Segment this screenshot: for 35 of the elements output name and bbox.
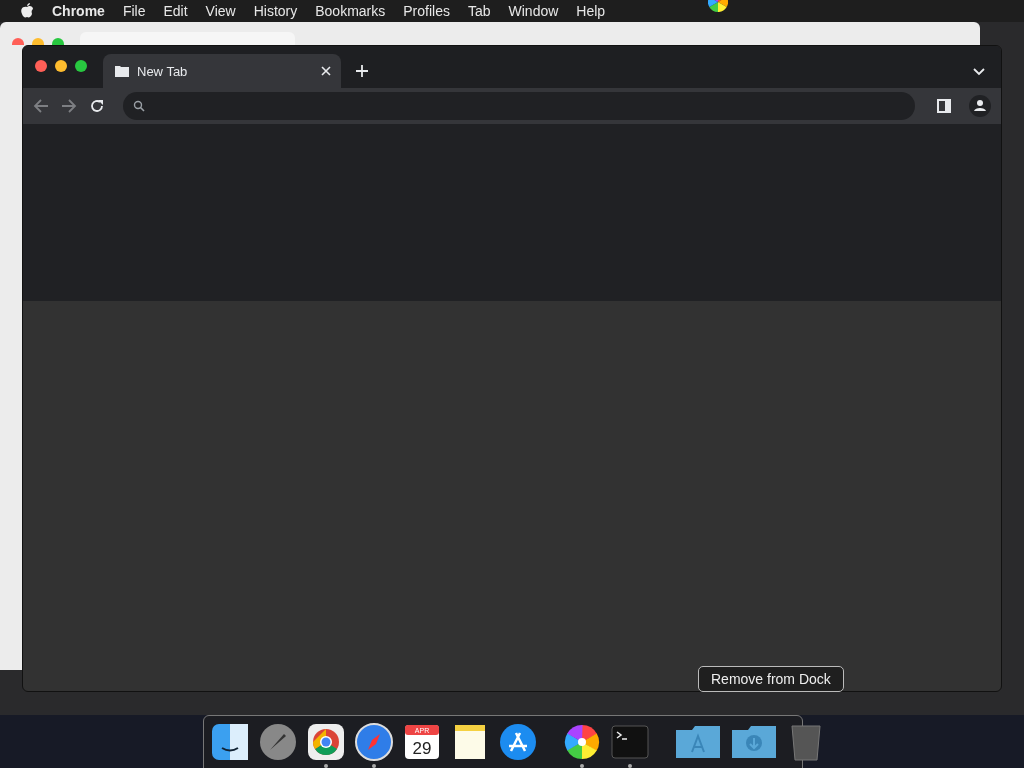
close-window-button[interactable]: [12, 38, 24, 45]
side-panel-button[interactable]: [937, 99, 951, 113]
menu-item[interactable]: Help: [576, 3, 606, 19]
menu-item[interactable]: History: [253, 3, 298, 19]
menu-item[interactable]: File: [122, 3, 146, 19]
terminal-icon[interactable]: [610, 722, 650, 762]
rocket-icon[interactable]: [258, 722, 298, 762]
close-tab-button[interactable]: [321, 66, 331, 76]
reload-button[interactable]: [89, 98, 105, 114]
menu-item[interactable]: Edit: [163, 3, 188, 19]
tab-search-button[interactable]: [973, 68, 985, 76]
appstore-icon[interactable]: [498, 722, 538, 762]
zoom-window-button[interactable]: [75, 60, 87, 72]
new-tab-button[interactable]: [355, 64, 369, 78]
folder-icon: [115, 65, 129, 77]
compass-icon[interactable]: [354, 722, 394, 762]
menu-item[interactable]: Tab: [467, 3, 491, 19]
browser-tab[interactable]: New Tab: [103, 54, 341, 88]
search-icon: [133, 100, 145, 112]
finder-icon[interactable]: [210, 722, 250, 762]
back-button[interactable]: [33, 98, 49, 114]
app-menu[interactable]: Chrome: [52, 3, 105, 19]
menu-item[interactable]: Bookmarks: [315, 3, 386, 19]
close-window-button[interactable]: [35, 60, 47, 72]
calendar-day: 29: [412, 739, 432, 758]
pinwheel-icon[interactable]: [562, 722, 602, 762]
menu-item[interactable]: Profiles: [403, 3, 450, 19]
apple-logo-icon[interactable]: [20, 3, 34, 19]
tooltip: Remove from Dock: [698, 666, 844, 692]
menu-item[interactable]: Window: [508, 3, 559, 19]
profile-button[interactable]: [969, 95, 991, 117]
minimize-window-button[interactable]: [55, 60, 67, 72]
forward-button[interactable]: [61, 98, 77, 114]
chrome-icon[interactable]: [306, 722, 346, 762]
menu-item[interactable]: View: [205, 3, 236, 19]
